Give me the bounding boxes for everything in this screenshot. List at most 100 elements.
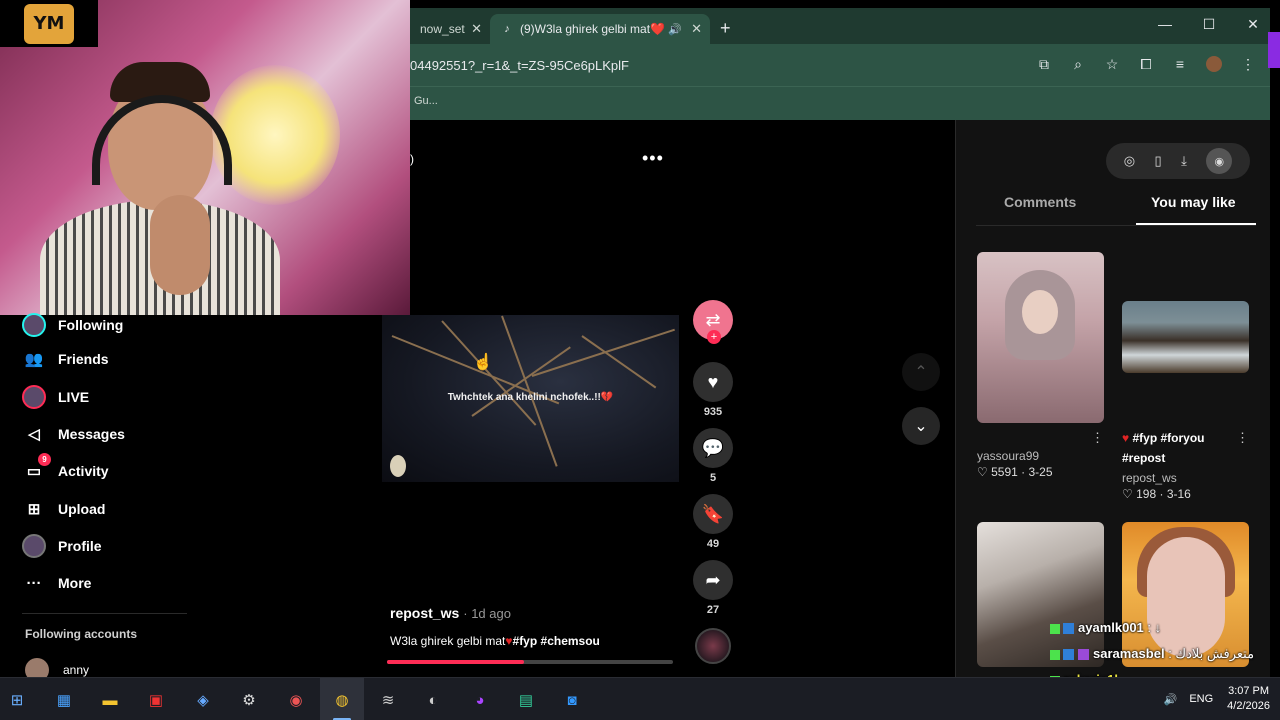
mouse-cursor-icon: ☝ xyxy=(473,354,493,371)
author-name[interactable]: repost_ws xyxy=(390,605,459,621)
purple-edge-decoration xyxy=(1268,32,1280,68)
voice-meeter-icon[interactable]: ▣ xyxy=(143,687,169,713)
compass-icon[interactable]: ◎ xyxy=(1124,153,1135,169)
account-name: anny xyxy=(63,663,90,677)
repost-icon: ⇄ + xyxy=(693,300,733,344)
previous-video-button[interactable]: ⌃ xyxy=(902,353,940,391)
sidebar-item-live[interactable]: LIVE xyxy=(22,385,89,409)
sidebar-item-activity[interactable]: ▭ 9 Activity xyxy=(22,453,109,483)
card-title[interactable]: ♥ #fyp #foryou #repost xyxy=(1122,428,1242,468)
app-icon[interactable]: ◈ xyxy=(190,687,216,713)
card-author[interactable]: yassoura99 xyxy=(977,449,1039,463)
follow-plus-icon[interactable]: + xyxy=(707,330,721,344)
bookmark-star-icon[interactable]: ☆ xyxy=(1104,56,1120,73)
download-icon[interactable]: ⤓ xyxy=(1181,153,1187,169)
card-author[interactable]: repost_ws xyxy=(1122,471,1177,485)
save-button[interactable]: 🔖 49 xyxy=(692,494,734,550)
street-light xyxy=(390,455,406,477)
active-tab-underline xyxy=(1136,223,1256,225)
share-count: 27 xyxy=(706,604,720,616)
hashtags[interactable]: #fyp #chemsou xyxy=(513,634,600,648)
card-menu-icon[interactable]: ⋮ xyxy=(1091,430,1104,446)
tab-active[interactable]: ♪ (9)W3la ghirek gelbi mat❤️ 🔊 ✕ xyxy=(490,14,710,44)
obs-icon[interactable]: ◕ xyxy=(467,687,493,713)
close-window-icon[interactable]: ✕ xyxy=(1246,16,1260,33)
zoom-icon[interactable]: ⌕ xyxy=(1070,56,1086,73)
extensions-icon[interactable]: ⧠ xyxy=(1138,56,1154,73)
new-tab-button[interactable]: + xyxy=(720,18,731,39)
sidebar-item-label: More xyxy=(58,575,92,591)
divider xyxy=(22,613,187,614)
sidebar-item-profile[interactable]: Profile xyxy=(22,534,102,558)
upload-icon: ⊞ xyxy=(27,501,41,518)
music-disc-icon[interactable] xyxy=(695,628,731,664)
post-time: · 1d ago xyxy=(463,606,511,621)
card-likes: 5591 xyxy=(991,465,1018,479)
card-menu-icon[interactable]: ⋮ xyxy=(1236,430,1249,446)
share-button[interactable]: ➦ 27 xyxy=(692,560,734,616)
steam-icon[interactable]: ⚙ xyxy=(236,687,262,713)
phone-icon[interactable]: ▯ xyxy=(1155,153,1162,169)
file-explorer-icon[interactable]: ▬ xyxy=(97,687,123,713)
clock-date: 4/2/2026 xyxy=(1227,700,1270,712)
minimize-icon[interactable]: — xyxy=(1158,16,1172,33)
save-count: 49 xyxy=(706,538,720,550)
video-author[interactable]: repost_ws · 1d ago xyxy=(390,605,511,621)
media-icon[interactable]: ≡ xyxy=(1172,56,1188,73)
sidebar-item-friends[interactable]: 👥 Friends xyxy=(22,347,109,371)
sidebar-item-following[interactable]: Following xyxy=(22,313,123,337)
card-title-text: #fyp #foryou #repost xyxy=(1122,431,1205,465)
windows-start-icon[interactable]: ⊞ xyxy=(4,687,30,713)
bookmark-item[interactable]: Gu... xyxy=(414,95,438,107)
video-thumbnail[interactable] xyxy=(977,252,1104,423)
chrome-icon[interactable]: ◍ xyxy=(329,687,355,713)
sidebar-item-more[interactable]: ··· More xyxy=(22,571,92,595)
card-stats: ♡ 198 · 3-16 xyxy=(1122,487,1191,501)
tab-comments[interactable]: Comments xyxy=(1004,194,1076,210)
volume-icon[interactable]: ) xyxy=(410,152,414,166)
chat-message: ayamlk001 : ↓ xyxy=(1050,620,1161,635)
sidebar-item-label: Profile xyxy=(58,538,102,554)
like-button[interactable]: ♥ 935 xyxy=(692,362,734,418)
video-player[interactable]: Twhchtek ana khelini nchofek..!!💔 xyxy=(382,315,679,482)
video-description: W3la ghirek gelbi mat♥#fyp #chemsou xyxy=(390,634,600,648)
store-icon[interactable]: ▦ xyxy=(51,687,77,713)
close-icon[interactable]: ✕ xyxy=(471,21,482,37)
volume-tray-icon[interactable]: 🔊 xyxy=(1164,693,1178,706)
url-input[interactable]: 04492551?_r=1&_t=ZS-95Ce6pLKplF xyxy=(410,58,629,73)
app-icon[interactable]: ◙ xyxy=(559,687,585,713)
close-icon[interactable]: ✕ xyxy=(691,21,702,37)
maximize-icon[interactable]: ☐ xyxy=(1202,16,1216,33)
comment-button[interactable]: 💬 5 xyxy=(692,428,734,484)
window-controls: — ☐ ✕ xyxy=(1158,16,1260,33)
app-icon[interactable]: ≋ xyxy=(375,687,401,713)
language-indicator[interactable]: ENG xyxy=(1189,693,1213,705)
more-options-icon[interactable]: ••• xyxy=(642,148,664,169)
tab-you-may-like[interactable]: You may like xyxy=(1151,194,1236,210)
clock[interactable]: 3:07 PM 4/2/2026 xyxy=(1227,684,1270,714)
next-video-button[interactable]: ⌄ xyxy=(902,407,940,445)
description-text: W3la ghirek gelbi mat xyxy=(390,634,506,648)
right-panel: ◎ ▯ ⤓ ◉ Comments You may like ⋮ yassoura… xyxy=(955,120,1270,677)
menu-icon[interactable]: ⋮ xyxy=(1240,56,1256,73)
repost-button[interactable]: ⇄ + xyxy=(692,300,734,344)
streamer-hand xyxy=(150,195,210,295)
video-progress-bar[interactable] xyxy=(387,660,673,664)
app-icon[interactable]: ◉ xyxy=(283,687,309,713)
messages-icon: ◁ xyxy=(28,426,40,443)
heart-outline-icon: ♡ xyxy=(977,465,988,479)
app-icon[interactable]: ▤ xyxy=(513,687,539,713)
kick-badge-icon xyxy=(1050,623,1060,634)
sidebar-item-messages[interactable]: ◁ Messages xyxy=(22,422,125,446)
video-thumbnail[interactable] xyxy=(1122,301,1249,373)
tab-inactive[interactable]: now_set ✕ xyxy=(410,14,490,44)
bookmark-icon: 🔖 xyxy=(693,494,733,534)
app-icon[interactable]: ◐ xyxy=(420,687,446,713)
install-icon[interactable]: ⧉ xyxy=(1036,56,1052,73)
thumbnail-face xyxy=(1022,290,1058,334)
profile-avatar-icon[interactable] xyxy=(1206,56,1222,72)
address-bar-icons: ⧉ ⌕ ☆ ⧠ ≡ ⋮ xyxy=(1036,56,1256,73)
speaker-icon[interactable]: 🔊 xyxy=(668,23,682,36)
account-avatar-icon[interactable]: ◉ xyxy=(1206,148,1233,174)
sidebar-item-upload[interactable]: ⊞ Upload xyxy=(22,497,106,521)
